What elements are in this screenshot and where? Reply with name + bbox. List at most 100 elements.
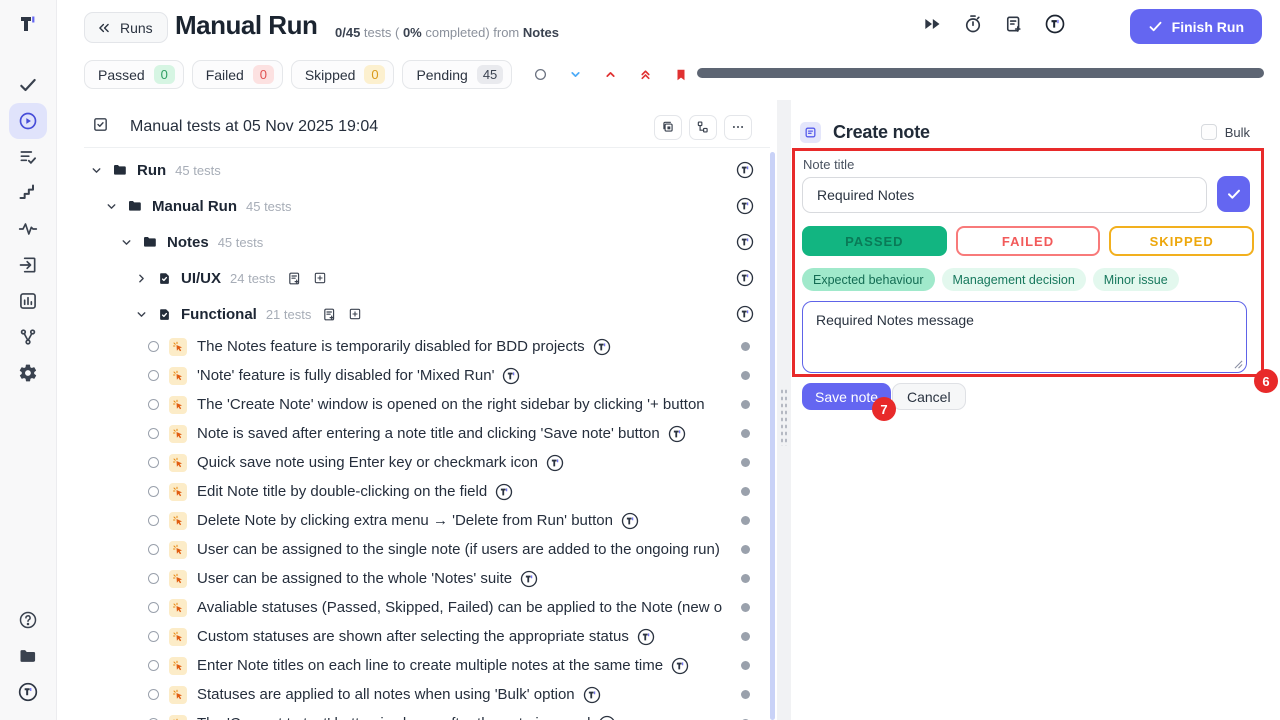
finish-run-button[interactable]: Finish Run <box>1130 9 1262 44</box>
test-title[interactable]: The 'Convert to test' button is shown af… <box>197 715 590 720</box>
tree-scrollbar[interactable] <box>770 152 775 720</box>
test-status-circle[interactable] <box>148 457 159 468</box>
suite-name[interactable]: UI/UX <box>181 270 221 287</box>
status-passed-button[interactable]: PASSED <box>802 226 947 256</box>
test-title[interactable]: Edit Note title by double-clicking on th… <box>197 483 487 500</box>
double-chevron-up-red-icon[interactable] <box>639 68 652 81</box>
activity-pulse-icon[interactable] <box>9 211 47 247</box>
chevron-down-icon[interactable] <box>90 164 106 177</box>
save-note-button[interactable]: Save note <box>802 383 891 410</box>
test-title[interactable]: Delete Note by clicking extra menu → 'De… <box>197 512 613 529</box>
test-status-circle[interactable] <box>148 399 159 410</box>
back-to-runs-button[interactable]: Runs <box>84 12 168 43</box>
test-title[interactable]: The Notes feature is temporarily disable… <box>197 338 585 355</box>
chevron-up-red-icon[interactable] <box>604 68 617 81</box>
test-row[interactable]: Avaliable statuses (Passed, Skipped, Fai… <box>84 593 774 622</box>
test-title[interactable]: Custom statuses are shown after selectin… <box>197 628 629 645</box>
test-status-circle[interactable] <box>148 370 159 381</box>
suite-row[interactable]: Run45 tests <box>84 152 774 188</box>
status-failed-button[interactable]: FAILED <box>956 226 1101 256</box>
filter-chip-failed[interactable]: Failed0 <box>192 60 283 89</box>
suite-row[interactable]: Functional21 tests <box>84 296 774 332</box>
plans-list-check-icon[interactable] <box>9 139 47 175</box>
add-note-icon[interactable] <box>322 307 337 322</box>
test-row[interactable]: Enter Note titles on each line to create… <box>84 651 774 680</box>
test-row[interactable]: User can be assigned to the single note … <box>84 535 774 564</box>
test-status-circle[interactable] <box>148 544 159 555</box>
test-status-circle[interactable] <box>148 631 159 642</box>
analytics-bar-chart-icon[interactable] <box>9 283 47 319</box>
test-status-circle[interactable] <box>148 428 159 439</box>
test-status-circle[interactable] <box>148 602 159 613</box>
suite-name[interactable]: Manual Run <box>152 198 237 215</box>
stopwatch-icon[interactable] <box>963 14 983 39</box>
test-title[interactable]: Note is saved after entering a note titl… <box>197 425 660 442</box>
suite-row[interactable]: Manual Run45 tests <box>84 188 774 224</box>
projects-folder-icon[interactable] <box>9 638 47 674</box>
tag-minor-issue[interactable]: Minor issue <box>1093 268 1179 291</box>
filter-chip-passed[interactable]: Passed0 <box>84 60 184 89</box>
test-title[interactable]: Avaliable statuses (Passed, Skipped, Fai… <box>197 599 722 616</box>
test-row[interactable]: Edit Note title by double-clicking on th… <box>84 477 774 506</box>
test-status-circle[interactable] <box>148 341 159 352</box>
test-title[interactable]: Statuses are applied to all notes when u… <box>197 686 575 703</box>
bulk-toggle[interactable]: Bulk <box>1201 124 1250 140</box>
add-test-icon[interactable] <box>313 271 327 285</box>
branch-icon[interactable] <box>9 319 47 355</box>
filter-chip-pending[interactable]: Pending45 <box>402 60 512 89</box>
test-status-circle[interactable] <box>148 486 159 497</box>
bulk-checkbox[interactable] <box>1201 124 1217 140</box>
help-circle-icon[interactable] <box>9 602 47 638</box>
chevron-down-blue-icon[interactable] <box>569 68 582 81</box>
test-row[interactable]: Quick save note using Enter key or check… <box>84 448 774 477</box>
suite-name[interactable]: Notes <box>167 234 209 251</box>
test-row[interactable]: The 'Convert to test' button is shown af… <box>84 709 774 720</box>
status-skipped-button[interactable]: SKIPPED <box>1109 226 1254 256</box>
tag-expected-behaviour[interactable]: Expected behaviour <box>802 268 935 291</box>
add-test-icon[interactable] <box>348 307 362 321</box>
tag-management-decision[interactable]: Management decision <box>942 268 1086 291</box>
circle-outline-icon[interactable] <box>534 68 547 81</box>
cancel-button[interactable]: Cancel <box>892 383 966 410</box>
splitter-drag-handle[interactable] <box>780 388 788 446</box>
bookmark-red-icon[interactable] <box>674 68 688 82</box>
chevron-down-icon[interactable] <box>120 236 136 249</box>
test-status-circle[interactable] <box>148 660 159 671</box>
chevron-right-icon[interactable] <box>135 272 151 285</box>
suite-row[interactable]: Notes45 tests <box>84 224 774 260</box>
chevron-down-icon[interactable] <box>105 200 121 213</box>
test-title[interactable]: Quick save note using Enter key or check… <box>197 454 538 471</box>
chevron-down-icon[interactable] <box>135 308 151 321</box>
test-row[interactable]: The Notes feature is temporarily disable… <box>84 332 774 361</box>
note-message-textarea[interactable] <box>802 301 1247 373</box>
test-title[interactable]: User can be assigned to the whole 'Notes… <box>197 570 512 587</box>
note-title-input[interactable] <box>802 177 1207 213</box>
skip-forward-icon[interactable] <box>922 14 942 39</box>
filter-chip-skipped[interactable]: Skipped0 <box>291 60 395 89</box>
tree-view-button[interactable] <box>689 115 717 140</box>
test-row[interactable]: Note is saved after entering a note titl… <box>84 419 774 448</box>
test-row[interactable]: Delete Note by clicking extra menu → 'De… <box>84 506 774 535</box>
test-title[interactable]: The 'Create Note' window is opened on th… <box>197 396 705 413</box>
suite-name[interactable]: Run <box>137 162 166 179</box>
gear-icon[interactable] <box>9 355 47 391</box>
tests-check-icon[interactable] <box>9 67 47 103</box>
clipboard-check-icon[interactable] <box>92 116 109 138</box>
testomat-logo-circle-icon[interactable] <box>9 674 47 710</box>
note-add-icon[interactable] <box>1004 14 1024 39</box>
suite-row[interactable]: UI/UX24 tests <box>84 260 774 296</box>
test-row[interactable]: 'Note' feature is fully disabled for 'Mi… <box>84 361 774 390</box>
add-note-icon[interactable] <box>287 271 302 286</box>
runs-play-circle-icon[interactable] <box>9 103 47 139</box>
test-status-circle[interactable] <box>148 689 159 700</box>
test-row[interactable]: Statuses are applied to all notes when u… <box>84 680 774 709</box>
test-status-circle[interactable] <box>148 515 159 526</box>
suite-name[interactable]: Functional <box>181 306 257 323</box>
testomat-logo[interactable] <box>16 12 40 41</box>
test-title[interactable]: 'Note' feature is fully disabled for 'Mi… <box>197 367 494 384</box>
test-title[interactable]: Enter Note titles on each line to create… <box>197 657 663 674</box>
copy-tests-button[interactable] <box>654 115 682 140</box>
import-box-icon[interactable] <box>9 247 47 283</box>
quick-save-check-button[interactable] <box>1217 176 1250 212</box>
more-options-button[interactable] <box>724 115 752 140</box>
